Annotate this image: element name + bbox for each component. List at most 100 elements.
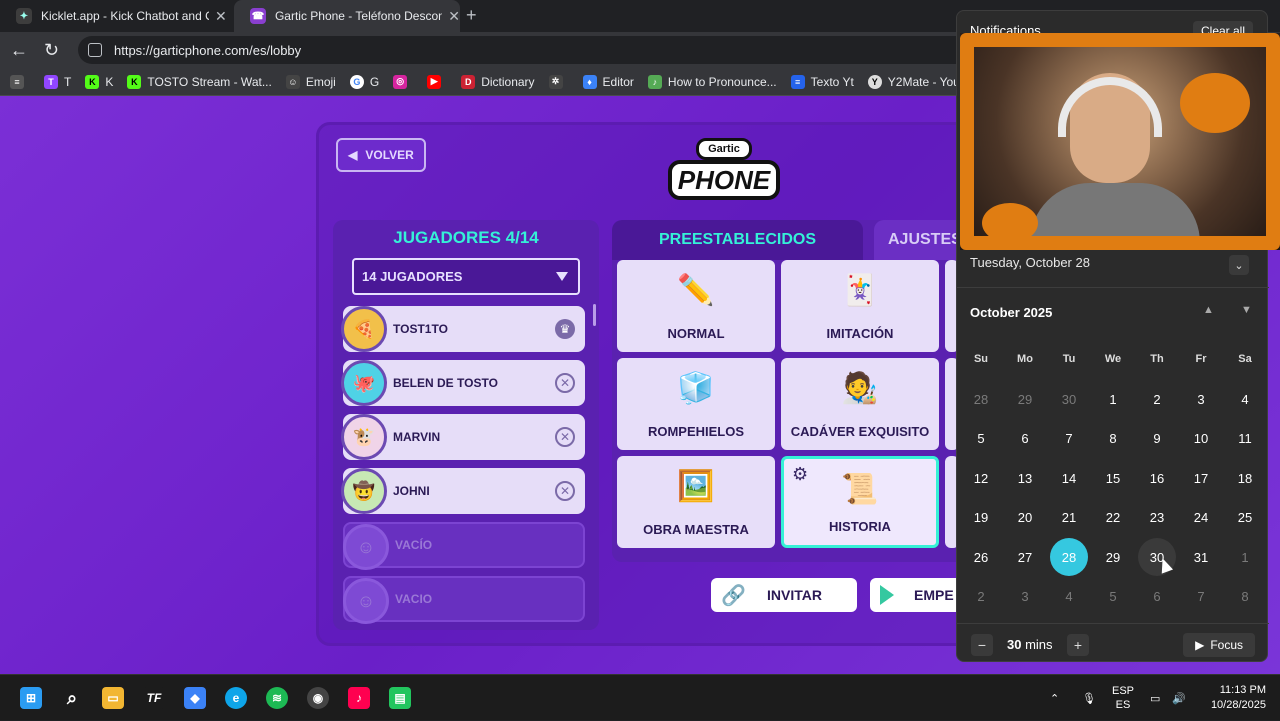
calendar-day[interactable]: 13 [1006,459,1044,497]
back-arrow-icon[interactable]: ← [10,40,28,60]
mode-card-partial[interactable] [945,358,956,450]
calendar-day[interactable]: 30 [1050,380,1088,418]
calendar-day[interactable]: 31 [1182,538,1220,576]
calendar-day[interactable]: 15 [1094,459,1132,497]
previous-month-icon[interactable]: ▲ [1203,304,1214,316]
next-month-icon[interactable]: ▼ [1241,304,1252,316]
bookmark-twitch[interactable]: TT [44,74,71,89]
calendar-day[interactable]: 5 [1094,578,1132,616]
tab-presets[interactable]: PREESTABLECIDOS [612,220,863,260]
calendar-day[interactable]: 6 [1006,420,1044,458]
bookmark-emoji[interactable]: ☺ Emoji [285,74,336,89]
calendar-day[interactable]: 11 [1226,420,1264,458]
bookmarks-menu-icon[interactable]: ≡ [10,74,30,89]
calendar-day[interactable]: 29 [1094,538,1132,576]
calendar-day[interactable]: 1 [1094,380,1132,418]
calendar-day[interactable]: 29 [1006,380,1044,418]
clock[interactable]: 11:13 PM 10/28/2025 [1211,683,1266,713]
calendar-day[interactable]: 3 [1182,380,1220,418]
calendar-day[interactable]: 18 [1226,459,1264,497]
address-bar[interactable]: https://garticphone.com/es/lobby [78,36,978,64]
mode-rompehielos[interactable]: 🧊 ROMPEHIELOS [617,358,775,450]
volume-icon[interactable]: 🔊 [1172,675,1186,721]
tab-gartic[interactable]: ☎ Gartic Phone - Teléfono Descomp ✕ [234,0,460,32]
tf-app-icon[interactable]: TF [143,687,165,709]
calendar-month[interactable]: October 2025 [970,305,1052,320]
calendar-day[interactable]: 8 [1094,420,1132,458]
calendar-day[interactable]: 6 [1138,578,1176,616]
calendar-day[interactable]: 22 [1094,499,1132,537]
bookmark-instagram[interactable]: ◎ [393,74,413,89]
calendar-day[interactable]: 12 [962,459,1000,497]
bookmark-kick[interactable]: KK [85,74,113,89]
calendar-day[interactable]: 27 [1006,538,1044,576]
network-icon[interactable]: ▭ [1150,675,1160,721]
mode-card-partial[interactable] [945,456,956,548]
calendar-day[interactable]: 7 [1050,420,1088,458]
bookmark-texto-yt[interactable]: ≡ Texto Yt [790,74,854,89]
gear-icon[interactable]: ⚙ [792,464,808,485]
edge-icon[interactable]: e [225,687,247,709]
mode-normal[interactable]: ✏️ NORMAL [617,260,775,352]
back-button[interactable]: ◀ VOLVER [336,138,426,172]
close-icon[interactable]: ✕ [215,8,227,25]
invite-button[interactable]: 🔗 INVITAR [711,578,857,612]
close-icon[interactable]: ✕ [448,8,460,25]
bookmark-google[interactable]: GG [349,74,379,89]
calendar-day[interactable]: 16 [1138,459,1176,497]
tray-overflow-icon[interactable]: ⌃ [1050,675,1059,721]
windows-start-icon[interactable]: ⊞ [20,687,42,709]
calendar-day[interactable]: 26 [962,538,1000,576]
calendar-day[interactable]: 7 [1182,578,1220,616]
calendar-day[interactable]: 23 [1138,499,1176,537]
calendar-day[interactable]: 5 [962,420,1000,458]
players-scrollbar[interactable] [593,304,596,326]
bookmark-tosto-stream[interactable]: K TOSTO Stream - Wat... [127,74,272,89]
calendar-day[interactable]: 25 [1226,499,1264,537]
bookmark-chatgpt[interactable]: ✲ [548,74,569,89]
calendar-day[interactable]: 2 [1138,380,1176,418]
calendar-day[interactable]: 21 [1050,499,1088,537]
mode-cadaver-exquisito[interactable]: 🧑‍🎨 CADÁVER EXQUISITO [781,358,939,450]
mode-obra-maestra[interactable]: 🖼️ OBRA MAESTRA [617,456,775,548]
tab-kicklet[interactable]: ✦ Kicklet.app - Kick Chatbot and Ov ✕ [0,0,232,32]
tiktok-icon[interactable]: ♪ [348,687,370,709]
calendar-day[interactable]: 28 [1050,538,1088,576]
calendar-day[interactable]: 1 [1226,538,1264,576]
calendar-day[interactable]: 28 [962,380,1000,418]
kick-player-icon[interactable]: ✕ [555,373,575,393]
calendar-day[interactable]: 8 [1226,578,1264,616]
reload-icon[interactable]: ↻ [44,40,59,60]
new-tab-icon[interactable]: + [466,5,477,26]
increase-focus-button[interactable]: + [1067,634,1089,656]
search-icon[interactable]: ⌕ [61,687,83,709]
calendar-day[interactable]: 10 [1182,420,1220,458]
calendar-day[interactable]: 17 [1182,459,1220,497]
calendar-day[interactable]: 20 [1006,499,1044,537]
bookmark-how-to-pronounce[interactable]: ♪ How to Pronounce... [647,74,777,89]
mode-card-partial[interactable] [945,260,956,352]
bookmark-youtube[interactable]: ▶ [427,74,447,89]
calendar-day[interactable]: 4 [1226,380,1264,418]
language-indicator[interactable]: ESP ES [1112,675,1134,721]
calendar-day[interactable]: 3 [1006,578,1044,616]
app-icon[interactable]: ◆ [184,687,206,709]
max-players-select[interactable]: 14 JUGADORES [352,258,580,295]
collapse-calendar-icon[interactable]: ⌄ [1229,255,1249,275]
calendar-day[interactable]: 24 [1182,499,1220,537]
microphone-icon[interactable]: 🎙 [1082,675,1096,721]
start-button[interactable]: EMPE [870,578,956,612]
calendar-day[interactable]: 4 [1050,578,1088,616]
mode-historia[interactable]: ⚙ 📜 HISTORIA [781,456,939,548]
spotify-icon[interactable]: ≋ [266,687,288,709]
mode-imitacion[interactable]: 🃏 IMITACIÓN [781,260,939,352]
focus-button[interactable]: ▶ Focus [1183,633,1255,657]
tab-settings[interactable]: AJUSTES [874,220,956,260]
calendar-day[interactable]: 9 [1138,420,1176,458]
bookmark-editor[interactable]: ♦ Editor [582,74,634,89]
kick-player-icon[interactable]: ✕ [555,481,575,501]
notepad-icon[interactable]: ▤ [389,687,411,709]
bookmark-dictionary[interactable]: D Dictionary [461,74,535,89]
decrease-focus-button[interactable]: − [971,634,993,656]
file-explorer-icon[interactable]: ▭ [102,687,124,709]
